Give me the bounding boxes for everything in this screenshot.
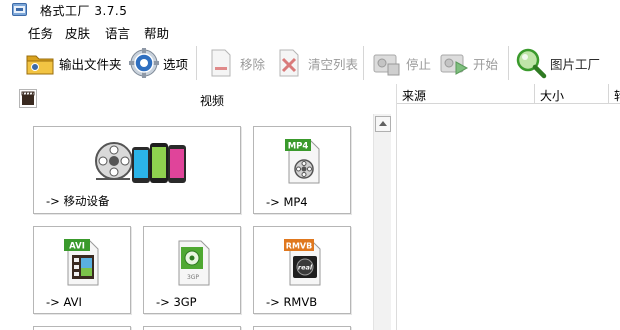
stop-label: 停止 xyxy=(406,56,432,72)
toolbar: 输出文件夹 选项 移除 清空列表 停止 开始 图片工厂 xyxy=(0,42,620,84)
app-window: 格式工厂 3.7.5 任务 皮肤 语言 帮助 输出文件夹 选项 移除 清空列表 … xyxy=(0,0,620,330)
stop-button[interactable]: 停止 xyxy=(371,46,431,80)
toolbar-separator xyxy=(363,46,364,80)
tile-next-row[interactable] xyxy=(143,326,241,330)
3gp-badge-text: 3GP xyxy=(187,274,199,281)
tile-next-row[interactable] xyxy=(33,326,131,330)
window-title: 格式工厂 3.7.5 xyxy=(40,4,128,18)
tile-label: -> 3GP xyxy=(156,295,197,309)
avi-badge-text: AVI xyxy=(69,242,85,252)
video-panel-header[interactable]: 视频 xyxy=(0,86,392,110)
options-label: 选项 xyxy=(163,56,189,72)
column-size[interactable]: 大小 xyxy=(535,84,609,104)
tile-next-row[interactable] xyxy=(253,326,351,330)
tiles-scrollbar[interactable] xyxy=(373,114,391,330)
menu-skin[interactable]: 皮肤 xyxy=(65,23,90,42)
tile-label: -> 移动设备 xyxy=(46,194,110,208)
toolbar-separator xyxy=(196,46,197,80)
stop-icon xyxy=(373,54,400,76)
picture-factory-label: 图片工厂 xyxy=(550,56,601,72)
magnifier-icon xyxy=(516,48,547,79)
rmvb-real-text: real xyxy=(298,264,313,272)
tile-avi[interactable]: AVI -> AVI xyxy=(33,226,131,314)
gear-icon xyxy=(129,48,159,78)
options-button[interactable]: 选项 xyxy=(128,46,188,80)
menu-help[interactable]: 帮助 xyxy=(144,23,169,42)
mp4-file-icon: MP4 xyxy=(285,139,320,184)
column-source[interactable]: 来源 xyxy=(397,84,535,104)
tile-label: -> MP4 xyxy=(266,195,308,209)
remove-button[interactable]: 移除 xyxy=(205,46,265,80)
output-folder-button[interactable]: 输出文件夹 xyxy=(24,46,122,80)
tile-rmvb[interactable]: RMVB real -> RMVB xyxy=(253,226,351,314)
tile-mp4[interactable]: MP4 -> MP4 xyxy=(253,126,351,214)
tile-mobile-device[interactable]: -> 移动设备 xyxy=(33,126,241,214)
menu-task[interactable]: 任务 xyxy=(28,23,53,42)
format-factory-logo-icon xyxy=(12,3,27,16)
clapperboard-icon xyxy=(19,89,37,108)
3gp-file-icon: 3GP xyxy=(178,240,210,286)
video-panel-title: 视频 xyxy=(200,94,225,108)
clear-list-label: 清空列表 xyxy=(308,56,359,72)
start-icon xyxy=(440,54,469,75)
mp4-badge-text: MP4 xyxy=(288,142,309,152)
tile-3gp[interactable]: 3GP -> 3GP xyxy=(143,226,241,314)
menu-language[interactable]: 语言 xyxy=(105,23,130,42)
remove-label: 移除 xyxy=(240,56,266,72)
tile-label: -> RMVB xyxy=(266,295,318,309)
toolbar-separator xyxy=(508,46,509,80)
avi-file-icon: AVI xyxy=(64,239,99,286)
task-list-panel[interactable]: 来源 大小 转 xyxy=(396,84,620,330)
output-folder-label: 输出文件夹 xyxy=(59,56,122,72)
clear-list-icon xyxy=(279,49,299,77)
clear-list-button[interactable]: 清空列表 xyxy=(273,46,358,80)
scroll-up-arrow-icon[interactable] xyxy=(375,116,391,132)
film-reel-phones-icon xyxy=(95,142,186,183)
rmvb-file-icon: RMVB real xyxy=(284,239,321,286)
tile-label: -> AVI xyxy=(46,295,82,309)
menu-bar: 任务 皮肤 语言 帮助 xyxy=(0,20,620,42)
rmvb-badge-text: RMVB xyxy=(286,242,312,251)
folder-icon xyxy=(26,55,54,75)
picture-factory-button[interactable]: 图片工厂 xyxy=(515,46,600,80)
title-bar: 格式工厂 3.7.5 xyxy=(0,0,620,20)
start-label: 开始 xyxy=(473,56,499,72)
column-convert[interactable]: 转 xyxy=(609,84,620,104)
document-remove-icon xyxy=(211,49,231,77)
start-button[interactable]: 开始 xyxy=(438,46,498,80)
